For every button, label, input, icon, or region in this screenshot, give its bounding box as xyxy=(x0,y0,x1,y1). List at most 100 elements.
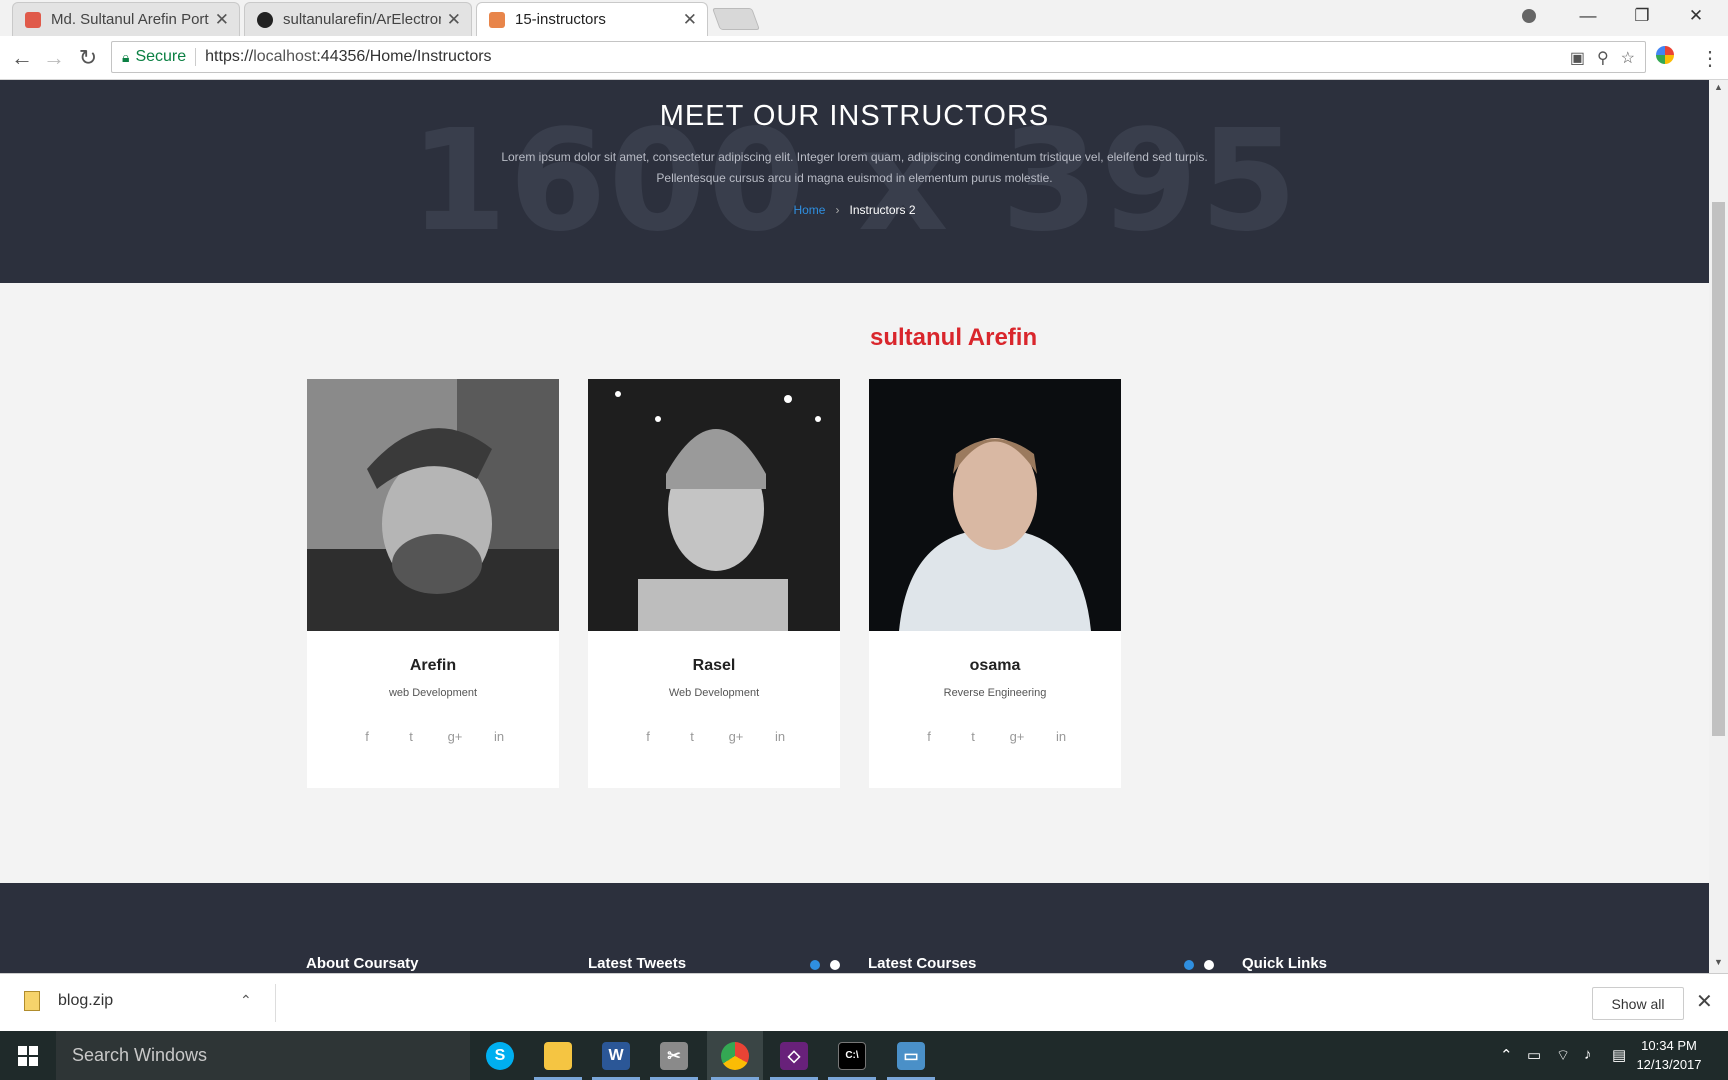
close-tab-icon[interactable]: ✕ xyxy=(683,10,697,30)
word-icon[interactable]: W xyxy=(588,1031,644,1080)
instructor-role: Reverse Engineering xyxy=(943,687,1047,699)
scrollbar-thumb[interactable] xyxy=(1712,202,1725,736)
tweets-carousel-dot-active[interactable] xyxy=(810,960,820,970)
linkedin-icon[interactable]: in xyxy=(1052,729,1070,744)
page-title: MEET OUR INSTRUCTORS xyxy=(659,100,1050,132)
tab-github[interactable]: sultanularefin/ArElectron ✕ xyxy=(244,2,472,36)
social-links: f t g+ in xyxy=(307,729,559,744)
menu-kebab-icon[interactable]: ⋮ xyxy=(1700,46,1720,71)
tab-title: Md. Sultanul Arefin Portf xyxy=(51,11,209,28)
skype-icon[interactable]: S xyxy=(472,1031,528,1080)
description-line-2: Pellentesque cursus arcu id magna euismo… xyxy=(656,171,1053,185)
action-center-icon[interactable]: ▤ xyxy=(1612,1046,1626,1064)
command-prompt-icon[interactable]: C:\ xyxy=(824,1031,880,1080)
chrome-icon[interactable] xyxy=(707,1031,763,1080)
instructor-photo-osama xyxy=(869,379,1121,631)
courses-carousel-dot-active[interactable] xyxy=(1184,960,1194,970)
close-shelf-icon[interactable]: ✕ xyxy=(1696,989,1713,1014)
omnibox-icons: ▣ ⚲ ☆ xyxy=(1570,48,1635,68)
url-host: localhost xyxy=(253,48,317,65)
show-hidden-icons-icon[interactable]: ⌃ xyxy=(1500,1046,1513,1064)
linkedin-icon[interactable]: in xyxy=(490,729,508,744)
page-scrollbar[interactable]: ▲ ▼ xyxy=(1709,80,1728,973)
start-button[interactable] xyxy=(0,1031,56,1080)
google-plus-icon[interactable]: g+ xyxy=(446,729,464,744)
address-bar[interactable]: 🔒︎ Secure https://localhost:44356/Home/I… xyxy=(111,41,1646,73)
download-file-name: blog.zip xyxy=(58,992,114,1009)
bookmark-star-icon[interactable]: ☆ xyxy=(1621,48,1635,68)
file-explorer-icon[interactable] xyxy=(530,1031,586,1080)
twitter-icon[interactable]: t xyxy=(683,729,701,744)
chevron-up-icon[interactable]: ⌃ xyxy=(240,992,252,1009)
zip-file-icon xyxy=(24,991,40,1011)
close-tab-icon[interactable]: ✕ xyxy=(447,10,461,30)
battery-icon[interactable]: ▭ xyxy=(1527,1046,1541,1064)
instructor-photo-rasel xyxy=(588,379,840,631)
portfolio-favicon-icon xyxy=(25,11,41,28)
visual-studio-icon[interactable]: ◇ xyxy=(766,1031,822,1080)
omnibox-divider xyxy=(195,48,197,66)
tab-title: 15-instructors xyxy=(515,11,606,28)
instructor-name: osama xyxy=(969,657,1021,674)
scroll-down-icon[interactable]: ▼ xyxy=(1709,957,1728,973)
page-viewport: 1600 x 395 MEET OUR INSTRUCTORS Lorem ip… xyxy=(0,80,1709,973)
blocked-cookies-icon[interactable]: ▣ xyxy=(1570,48,1585,68)
close-window-icon[interactable]: ✕ xyxy=(1670,0,1722,32)
extension-icon[interactable] xyxy=(1656,46,1674,64)
author-signature: sultanul Arefin xyxy=(870,324,1038,351)
instructor-name: Rasel xyxy=(692,657,736,674)
tab-portfolio[interactable]: Md. Sultanul Arefin Portf ✕ xyxy=(12,2,240,36)
footer-heading-links: Quick Links xyxy=(1242,955,1328,972)
page-favicon-icon xyxy=(489,11,505,28)
forward-arrow-icon[interactable]: → xyxy=(40,44,68,72)
profile-icon[interactable] xyxy=(1503,0,1555,32)
facebook-icon[interactable]: f xyxy=(639,729,657,744)
tab-instructors[interactable]: 15-instructors ✕ xyxy=(476,2,708,36)
linkedin-icon[interactable]: in xyxy=(771,729,789,744)
back-arrow-icon[interactable]: ← xyxy=(8,44,36,72)
instructor-card: Arefin web Development f t g+ in xyxy=(307,379,559,788)
close-tab-icon[interactable]: ✕ xyxy=(215,10,229,30)
scroll-up-icon[interactable]: ▲ xyxy=(1709,82,1728,98)
instructor-name: Arefin xyxy=(409,657,457,674)
instructor-role: web Development xyxy=(388,687,478,699)
minimize-icon[interactable]: — xyxy=(1562,0,1614,32)
new-tab-button[interactable] xyxy=(711,8,761,30)
taskbar-clock[interactable]: 10:34 PM 12/13/2017 xyxy=(1630,1036,1708,1074)
breadcrumb-home-link[interactable]: Home xyxy=(793,203,825,217)
shelf-divider xyxy=(275,984,276,1022)
instructor-photo-arefin xyxy=(307,379,559,631)
remote-desktop-icon[interactable]: ▭ xyxy=(883,1031,939,1080)
show-all-button[interactable]: Show all xyxy=(1592,987,1684,1020)
facebook-icon[interactable]: f xyxy=(358,729,376,744)
twitter-icon[interactable]: t xyxy=(964,729,982,744)
instructor-role: Web Development xyxy=(668,687,760,699)
tweets-carousel-dot[interactable] xyxy=(830,960,840,970)
browser-tab-strip: Md. Sultanul Arefin Portf ✕ sultanularef… xyxy=(0,0,1728,36)
reload-icon[interactable]: ↻ xyxy=(74,44,102,72)
download-item[interactable]: blog.zip xyxy=(24,991,113,1011)
secure-label: Secure xyxy=(135,48,187,65)
clock-time: 10:34 PM xyxy=(1641,1038,1697,1053)
facebook-icon[interactable]: f xyxy=(920,729,938,744)
tools-icon[interactable]: ✂ xyxy=(646,1031,702,1080)
tab-title: sultanularefin/ArElectron xyxy=(283,11,441,28)
zoom-icon[interactable]: ⚲ xyxy=(1597,48,1609,68)
google-plus-icon[interactable]: g+ xyxy=(727,729,745,744)
breadcrumb-current: Instructors 2 xyxy=(849,203,916,217)
breadcrumb-chevron-icon: › xyxy=(835,203,840,217)
google-plus-icon[interactable]: g+ xyxy=(1008,729,1026,744)
lock-icon: 🔒︎ xyxy=(122,48,130,65)
courses-carousel-dot[interactable] xyxy=(1204,960,1214,970)
volume-icon[interactable]: ♪ xyxy=(1584,1046,1592,1063)
wifi-icon[interactable]: ⌔ xyxy=(1556,1046,1570,1065)
description-line-1: Lorem ipsum dolor sit amet, consectetur … xyxy=(501,150,1208,164)
taskbar-search-input[interactable]: Search Windows xyxy=(56,1031,470,1080)
windows-logo-icon xyxy=(18,1045,38,1066)
restore-icon[interactable]: ❐ xyxy=(1616,0,1668,32)
twitter-icon[interactable]: t xyxy=(402,729,420,744)
github-favicon-icon xyxy=(257,11,273,28)
social-links: f t g+ in xyxy=(869,729,1121,744)
instructor-card: osama Reverse Engineering f t g+ in xyxy=(869,379,1121,788)
url-text: https://localhost:44356/Home/Instructors xyxy=(205,48,491,66)
